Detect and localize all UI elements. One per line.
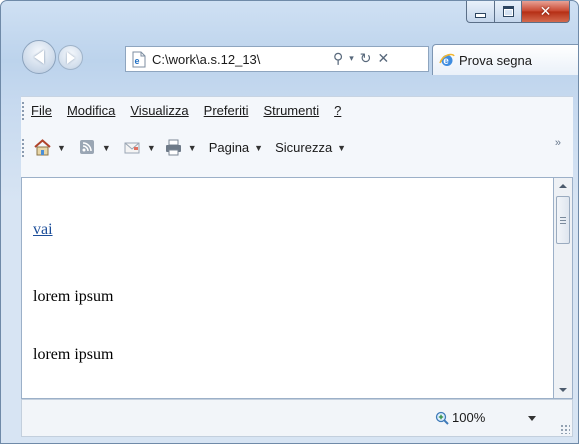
commandbar-grip[interactable] bbox=[22, 139, 24, 159]
back-arrow-icon bbox=[34, 50, 44, 64]
zoom-dropdown-icon[interactable] bbox=[528, 416, 536, 421]
menubar-grip[interactable] bbox=[22, 102, 24, 121]
scroll-up-icon[interactable] bbox=[559, 184, 567, 188]
menu-strumenti[interactable]: Strumenti bbox=[263, 103, 319, 118]
window-caption-buttons: ✕ bbox=[466, 1, 570, 23]
zoom-level: 100% bbox=[452, 410, 486, 425]
command-bar: ▼ ▼ ▼ ▼ Pagina ▼ Sicurezza ▼ bbox=[33, 139, 358, 156]
status-bar: 100% bbox=[21, 399, 573, 437]
page-content: vai lorem ipsum lorem ipsum bbox=[21, 177, 553, 399]
mail-dropdown-icon[interactable]: ▼ bbox=[147, 143, 156, 153]
sicurezza-dropdown-icon[interactable]: ▼ bbox=[337, 143, 346, 153]
vai-link[interactable]: vai bbox=[33, 221, 53, 239]
menu-visualizza[interactable]: Visualizza bbox=[130, 103, 188, 118]
feeds-icon[interactable] bbox=[78, 139, 97, 156]
tab-title: Prova segna bbox=[459, 52, 532, 68]
paragraph: lorem ipsum bbox=[33, 346, 114, 363]
minimize-icon bbox=[475, 13, 486, 18]
stop-icon[interactable]: ✕ bbox=[378, 51, 390, 67]
feeds-dropdown-icon[interactable]: ▼ bbox=[102, 143, 111, 153]
pagina-dropdown-icon[interactable]: ▼ bbox=[254, 143, 263, 153]
maximize-icon bbox=[502, 6, 514, 17]
maximize-button[interactable] bbox=[495, 1, 522, 23]
home-icon[interactable] bbox=[33, 139, 52, 156]
forward-arrow-icon bbox=[66, 51, 75, 64]
paragraph: lorem ipsum bbox=[33, 288, 114, 305]
vertical-scrollbar[interactable] bbox=[553, 177, 573, 399]
print-icon[interactable] bbox=[164, 139, 183, 156]
forward-button[interactable] bbox=[58, 45, 83, 70]
back-button[interactable] bbox=[22, 40, 56, 74]
close-icon: ✕ bbox=[539, 3, 552, 20]
zoom-icon bbox=[435, 411, 449, 425]
ie-tab-icon: e bbox=[439, 52, 455, 68]
navigation-bar: e C:\work\a.s.12_13\ ⚲ ▾ ↻ ✕ e Prova seg… bbox=[1, 39, 578, 75]
page-icon: e bbox=[131, 51, 147, 68]
mail-icon[interactable] bbox=[123, 139, 142, 156]
address-bar[interactable]: e C:\work\a.s.12_13\ ⚲ ▾ ↻ ✕ bbox=[125, 46, 429, 72]
menu-preferiti[interactable]: Preferiti bbox=[204, 103, 249, 118]
menu-file[interactable]: File bbox=[31, 103, 52, 118]
command-area: File Modifica Visualizza Preferiti Strum… bbox=[21, 96, 573, 178]
menu-help[interactable]: ? bbox=[334, 103, 341, 118]
scrollbar-thumb[interactable] bbox=[556, 196, 570, 244]
dropdown-icon[interactable]: ▾ bbox=[349, 54, 354, 64]
svg-text:e: e bbox=[135, 56, 140, 66]
minimize-button[interactable] bbox=[466, 1, 495, 23]
zoom-control[interactable]: 100% bbox=[435, 410, 485, 425]
command-overflow-button[interactable]: » bbox=[555, 137, 561, 149]
browser-window: ✕ e C:\work\a.s.12_13\ ⚲ ▾ ↻ ✕ e Prova s… bbox=[0, 0, 579, 444]
close-button[interactable]: ✕ bbox=[522, 1, 570, 23]
address-url[interactable]: C:\work\a.s.12_13\ bbox=[152, 52, 328, 67]
print-dropdown-icon[interactable]: ▼ bbox=[188, 143, 197, 153]
search-icon[interactable]: ⚲ bbox=[333, 51, 343, 67]
sicurezza-menu-button[interactable]: Sicurezza bbox=[275, 140, 332, 155]
menu-modifica[interactable]: Modifica bbox=[67, 103, 115, 118]
scroll-down-icon[interactable] bbox=[559, 388, 567, 392]
tab-prova[interactable]: e Prova segna bbox=[432, 44, 578, 75]
home-dropdown-icon[interactable]: ▼ bbox=[57, 143, 66, 153]
menu-bar: File Modifica Visualizza Preferiti Strum… bbox=[31, 103, 356, 118]
resize-grip-icon[interactable] bbox=[560, 424, 570, 434]
pagina-menu-button[interactable]: Pagina bbox=[209, 140, 249, 155]
refresh-icon[interactable]: ↻ bbox=[360, 51, 372, 67]
